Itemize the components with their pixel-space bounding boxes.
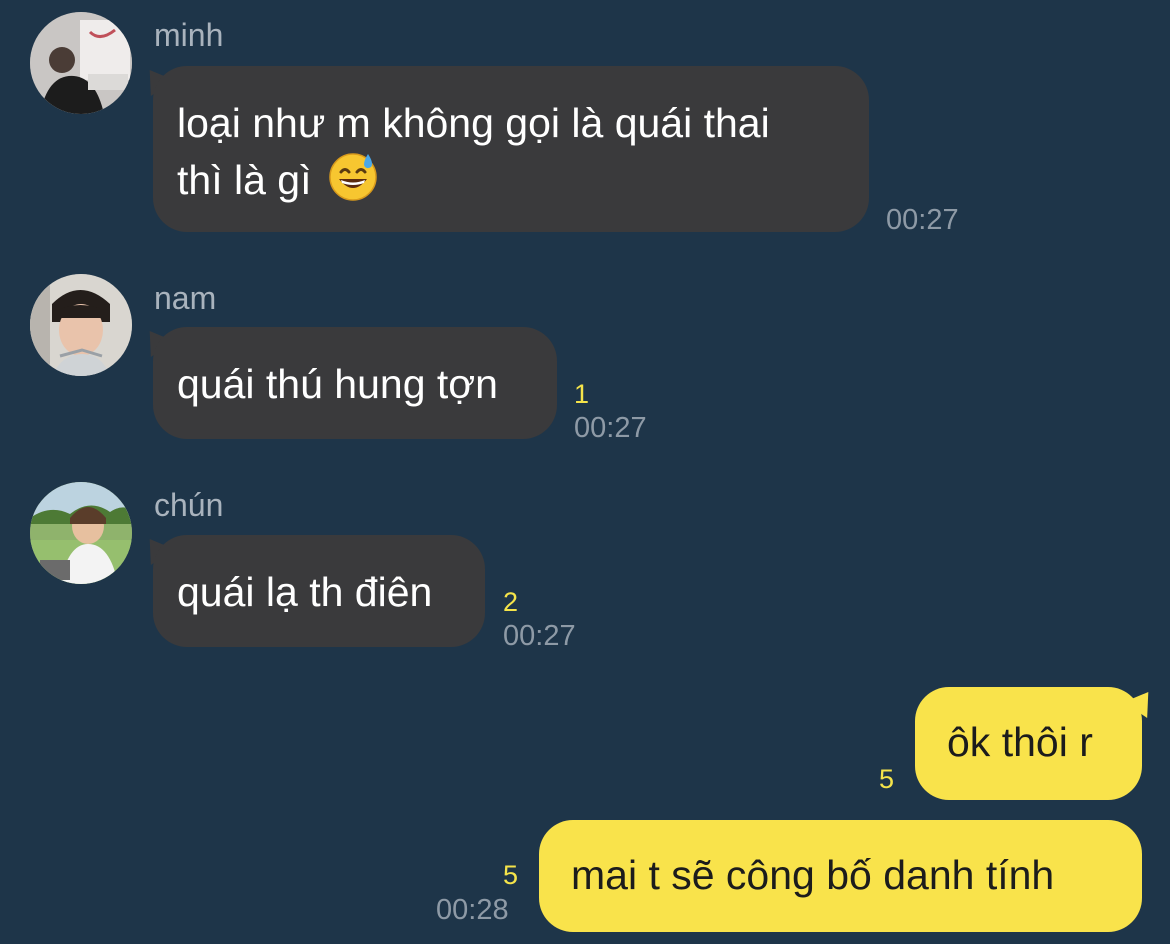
read-count: 1 bbox=[574, 379, 590, 409]
read-count: 5 bbox=[503, 860, 519, 890]
avatar-chun-image bbox=[30, 482, 132, 584]
avatar-minh[interactable] bbox=[30, 12, 132, 114]
message-timestamp: 00:28 bbox=[436, 894, 509, 926]
message-bubble[interactable]: mai t sẽ công bố danh tính bbox=[539, 820, 1142, 932]
message-bubble[interactable]: ôk thôi r bbox=[915, 687, 1142, 800]
sender-name-minh: minh bbox=[154, 17, 224, 53]
message-text: mai t sẽ công bố danh tính bbox=[571, 852, 1055, 898]
message-bubble[interactable]: quái thú hung tợn bbox=[153, 327, 557, 439]
message-timestamp: 00:27 bbox=[503, 620, 576, 652]
message-text-line: thì là gì bbox=[177, 150, 845, 207]
read-count: 2 bbox=[503, 587, 519, 617]
message-text: quái thú hung tợn bbox=[177, 361, 498, 407]
read-count: 5 bbox=[879, 764, 895, 794]
message-text-line: loại như m không gọi là quái thai bbox=[177, 100, 770, 146]
sender-name-nam: nam bbox=[154, 280, 217, 316]
avatar-minh-image bbox=[30, 12, 132, 114]
message-bubble[interactable]: quái lạ th điên bbox=[153, 535, 485, 647]
message-text: quái lạ th điên bbox=[177, 569, 433, 615]
message-text: ôk thôi r bbox=[947, 719, 1093, 765]
message-bubble[interactable]: loại như m không gọi là quái thai thì là… bbox=[153, 66, 869, 232]
sender-name-chun: chún bbox=[154, 487, 224, 523]
avatar-nam[interactable] bbox=[30, 274, 132, 376]
message-timestamp: 00:27 bbox=[574, 412, 647, 444]
avatar-nam-image bbox=[30, 274, 132, 376]
grinning-sweat-emoji-icon bbox=[327, 150, 379, 202]
message-timestamp: 00:27 bbox=[886, 204, 959, 236]
avatar-chun[interactable] bbox=[30, 482, 132, 584]
